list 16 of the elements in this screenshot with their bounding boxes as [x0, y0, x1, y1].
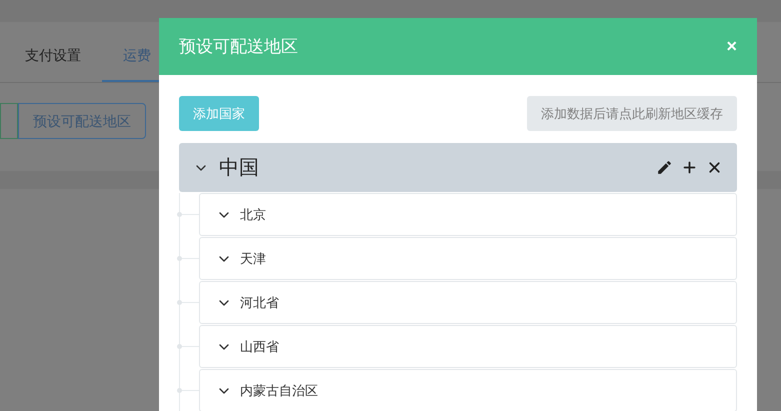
tree-node[interactable]: 内蒙古自治区	[199, 369, 737, 411]
tree-node-header[interactable]: 中国	[179, 143, 737, 192]
tree-node[interactable]: 山西省	[199, 325, 737, 368]
region-label: 河北省	[240, 294, 279, 312]
region-label: 内蒙古自治区	[240, 382, 318, 400]
tree-node[interactable]: 北京	[199, 193, 737, 236]
tree-node[interactable]: 河北省	[199, 281, 737, 324]
tree-node[interactable]: 天津	[199, 237, 737, 280]
add-icon[interactable]	[681, 159, 698, 176]
tab[interactable]: 支付设置	[4, 45, 102, 82]
region-label: 北京	[240, 206, 266, 224]
region-label: 天津	[240, 250, 266, 268]
country-label: 中国	[219, 156, 259, 180]
modal-title: 预设可配送地区	[179, 36, 298, 58]
region-label: 山西省	[240, 338, 279, 356]
edit-icon[interactable]	[656, 159, 673, 176]
